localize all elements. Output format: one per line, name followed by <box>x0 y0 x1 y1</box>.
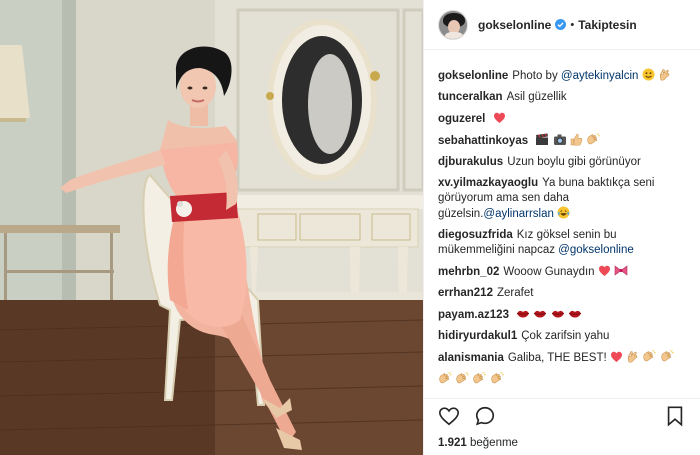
post-panel: gokselonline • Takiptesin gokselonline Ph… <box>423 0 700 455</box>
likes-count[interactable]: 1.921 beğenme <box>438 437 518 449</box>
comment-item <box>438 372 686 388</box>
likes-number: 1.921 <box>438 437 467 449</box>
comment-text: Zerafet <box>496 287 534 299</box>
lips-emoji <box>516 307 530 320</box>
comment-username[interactable]: errhan212 <box>438 287 493 299</box>
comment-item: gokselonline Photo by @aytekinyalcin <box>438 68 686 84</box>
red-heart-emoji <box>598 264 611 277</box>
comment-username[interactable]: tunceralkan <box>438 91 503 103</box>
photo-illustration <box>0 0 423 455</box>
comment-username[interactable]: hidiryurdakul1 <box>438 330 517 342</box>
ok-hand-emoji <box>658 68 671 81</box>
comment-username[interactable]: payam.az123 <box>438 309 509 321</box>
comment-item: tunceralkan Asil güzellik <box>438 90 686 105</box>
comment-mention-link[interactable]: @aytekinyalcin <box>561 70 639 82</box>
clap-emoji <box>642 350 656 363</box>
comment-item: alanismania Galiba, THE BEST! <box>438 350 686 366</box>
comment-username[interactable]: mehrbn_02 <box>438 266 499 278</box>
post-photo[interactable] <box>0 0 423 455</box>
comment-text: Çok zarifsin yahu <box>521 330 610 342</box>
comment-bubble-icon[interactable] <box>474 405 496 427</box>
ok-hand-emoji <box>626 350 639 363</box>
comment-item: oguzerel <box>438 111 686 127</box>
laugh-cry-emoji <box>557 206 570 219</box>
clap-emoji <box>586 133 600 146</box>
post-actions <box>438 403 686 429</box>
comment-item: diegosuzfrida Kız göksel senin bu mükemme… <box>438 228 686 258</box>
header-username[interactable]: gokselonline <box>478 18 551 32</box>
comment-text: Wooow Gunaydın <box>503 266 595 278</box>
comment-username[interactable]: alanismania <box>438 352 504 364</box>
comment-username[interactable]: xv.yilmazkayaoglu <box>438 177 538 189</box>
actions-divider <box>424 398 700 399</box>
camera-emoji <box>553 133 567 146</box>
likes-label: beğenme <box>469 437 518 449</box>
comment-item: sebahattinkoyas <box>438 133 686 149</box>
clap-emoji <box>490 372 504 385</box>
comment-item: djburakulus Uzun boylu gibi görünüyor <box>438 155 686 170</box>
follow-status[interactable]: Takiptesin <box>578 18 636 32</box>
smile-emoji <box>642 68 655 81</box>
heart-outline-icon[interactable] <box>438 405 460 427</box>
clapper-emoji <box>535 133 549 146</box>
comment-item: xv.yilmazkayaoglu Ya buna baktıkça seni g… <box>438 176 686 222</box>
comments-list[interactable]: gokselonline Photo by @aytekinyalcin tunc… <box>424 58 700 396</box>
comment-text: Galiba, THE BEST! <box>507 352 607 364</box>
lips-emoji <box>533 307 547 320</box>
clap-emoji <box>660 350 674 363</box>
comment-mention-link[interactable]: @gokselonline <box>558 244 634 256</box>
lips-emoji <box>568 307 582 320</box>
comment-item: payam.az123 <box>438 307 686 323</box>
verified-badge-icon <box>555 19 567 30</box>
comment-text: Asil güzellik <box>506 91 567 103</box>
lips-emoji <box>551 307 565 320</box>
avatar[interactable] <box>438 9 468 40</box>
separator-dot: • <box>570 18 575 31</box>
red-heart-emoji <box>493 111 506 124</box>
comment-username[interactable]: oguzerel <box>438 113 485 125</box>
comment-item: hidiryurdakul1 Çok zarifsin yahu <box>438 329 686 344</box>
bookmark-icon[interactable] <box>664 405 686 427</box>
comment-username[interactable]: gokselonline <box>438 70 508 82</box>
comment-mention-link[interactable]: @aylinarrslan <box>483 208 553 220</box>
thumbs-up-emoji <box>570 133 583 146</box>
red-heart-emoji <box>610 350 623 363</box>
clap-emoji <box>455 372 469 385</box>
clap-emoji <box>438 372 452 385</box>
post-header: gokselonline • Takiptesin <box>424 0 700 50</box>
comment-username[interactable]: djburakulus <box>438 156 503 168</box>
comment-username[interactable]: diegosuzfrida <box>438 229 513 241</box>
comment-item: mehrbn_02 Wooow Gunaydın <box>438 264 686 280</box>
comment-text: Uzun boylu gibi görünüyor <box>507 156 641 168</box>
comment-item: errhan212 Zerafet <box>438 286 686 301</box>
bow-emoji <box>614 264 628 277</box>
clap-emoji <box>472 372 486 385</box>
comment-text: Photo by <box>512 70 561 82</box>
comment-username[interactable]: sebahattinkoyas <box>438 135 528 147</box>
